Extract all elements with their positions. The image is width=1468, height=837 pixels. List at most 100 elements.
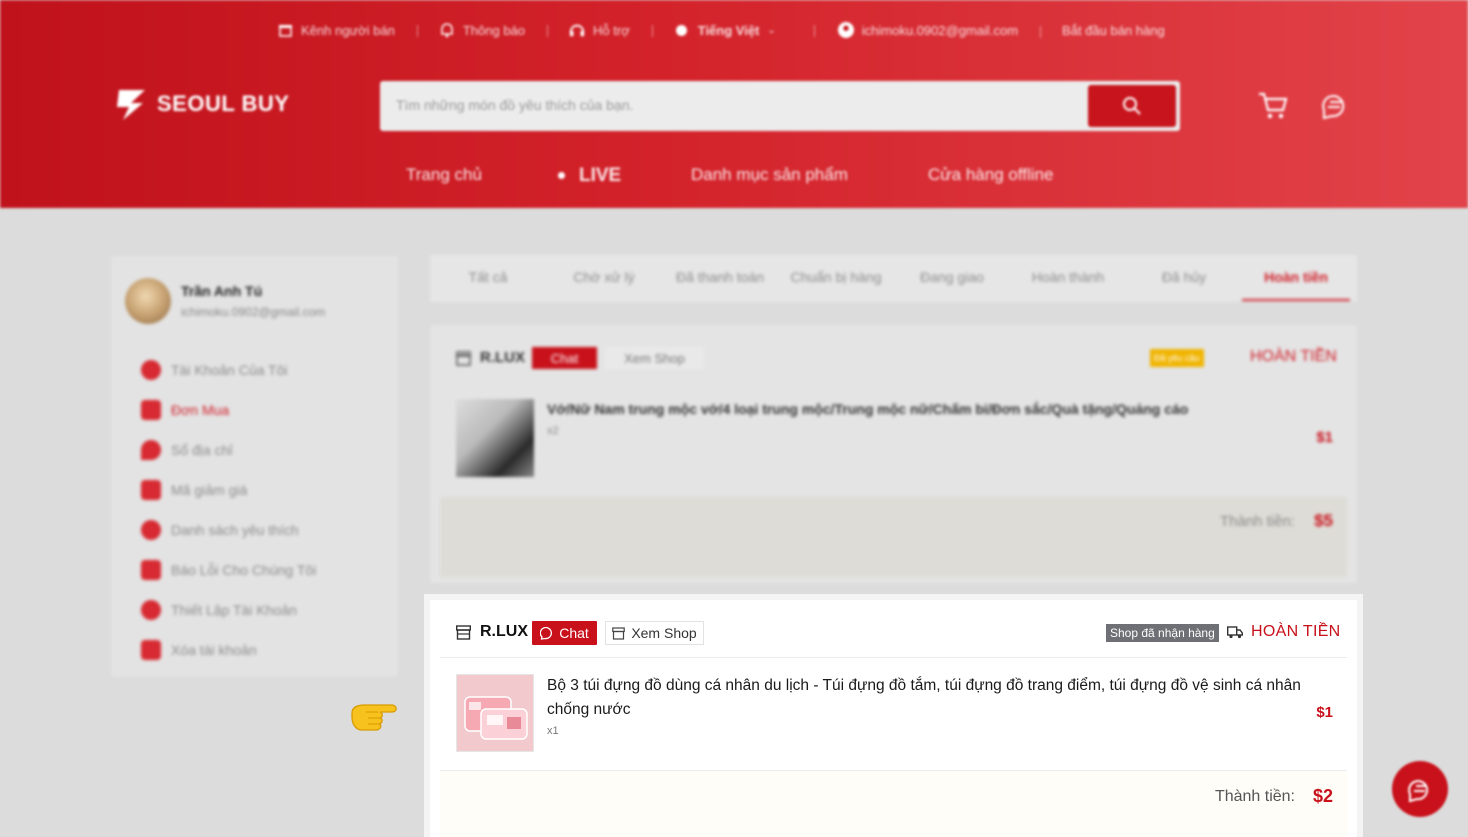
nav-live[interactable]: LIVE (558, 165, 621, 187)
start-selling-link[interactable]: Bắt đầu bán hàng (1040, 23, 1187, 38)
product-name[interactable]: Bộ 3 túi đựng đồ dùng cá nhân du lịch - … (547, 674, 1307, 722)
headset-icon (569, 22, 585, 38)
user-email: ichimoku.0902@gmail.com (181, 305, 326, 319)
chat-button-label: Chat (559, 625, 589, 641)
product-quantity: x2 (547, 425, 559, 437)
view-shop-button[interactable]: Xem Shop (605, 621, 704, 645)
view-shop-label: Xem Shop (624, 350, 685, 366)
product-image[interactable] (456, 674, 534, 752)
sidebar-item-delete-account[interactable]: Xóa tài khoản (141, 630, 316, 670)
sidebar-item-orders[interactable]: Đơn Mua (141, 390, 316, 430)
floating-chat-button[interactable] (1392, 761, 1448, 817)
order-status: HOÀN TIỀN (1250, 348, 1337, 365)
nav-home[interactable]: Trang chủ (406, 165, 482, 185)
sidebar-item-label: Mã giảm giá (171, 482, 248, 498)
start-selling-label: Bắt đầu bán hàng (1062, 22, 1165, 38)
search-icon (1123, 97, 1141, 115)
store-icon (277, 22, 293, 38)
brand-logo[interactable]: SEOUL BUY (115, 86, 289, 122)
heart-icon (141, 520, 161, 540)
cart-icon[interactable] (1256, 88, 1290, 122)
location-pin-icon (141, 440, 161, 460)
site-header: Kênh người bán Thông báo Hỗ trợ Tiếng Vi… (0, 0, 1468, 208)
document-icon (141, 400, 161, 420)
chat-button-label: Chat (550, 350, 579, 366)
search-bar[interactable]: Tìm những món đồ yêu thích của bạn. (380, 81, 1180, 131)
divider (440, 657, 1347, 658)
store-icon (456, 625, 471, 640)
view-shop-label: Xem Shop (631, 625, 697, 641)
tab-paid[interactable]: Đã thanh toán (662, 269, 778, 285)
sidebar-item-report-bug[interactable]: Báo Lỗi Cho Chúng Tôi (141, 550, 316, 590)
tab-refund[interactable]: Hoàn tiền (1242, 269, 1350, 301)
order-status: HOÀN TIỀN (1251, 623, 1341, 640)
order-card: R.LUX Chat Xem Shop Đã yêu cầu HOÀN TIỀN… (430, 325, 1357, 583)
sidebar-item-wishlist[interactable]: Danh sách yêu thích (141, 510, 316, 550)
chat-button[interactable]: Chat (532, 621, 597, 645)
language-selector[interactable]: Tiếng Việt ⌄ (651, 22, 814, 38)
chat-bubbles-icon (1408, 780, 1429, 803)
product-image[interactable] (456, 399, 534, 477)
order-total: $5 (1314, 511, 1333, 530)
shop-name[interactable]: R.LUX (480, 623, 528, 641)
nav-categories[interactable]: Danh mục sản phẩm (691, 165, 848, 185)
notifications-label: Thông báo (462, 22, 526, 38)
sidebar-item-address-book[interactable]: Sổ địa chỉ (141, 430, 316, 470)
order-status-tabs: Tất cả Chờ xử lý Đã thanh toán Chuẩn bị … (430, 255, 1357, 302)
chat-button[interactable]: Chat (532, 347, 597, 369)
pointing-hand-icon (351, 704, 397, 731)
nav-offline-stores[interactable]: Cửa hàng offline (928, 165, 1053, 185)
tab-completed[interactable]: Hoàn thành (1010, 269, 1126, 285)
chat-bubble-icon (540, 626, 553, 640)
sidebar-item-label: Danh sách yêu thích (171, 522, 299, 538)
brand-name: SEOUL BUY (157, 91, 290, 116)
sidebar-item-my-account[interactable]: Tài Khoản Của Tôi (141, 350, 316, 390)
support-label: Hỗ trợ (593, 22, 630, 38)
sidebar-item-vouchers[interactable]: Mã giảm giá (141, 470, 316, 510)
ticket-icon (141, 480, 161, 500)
logo-mark-icon (117, 90, 145, 120)
account-email: ichimoku.0902@gmail.com (861, 22, 1019, 38)
main-nav: Trang chủ LIVE Danh mục sản phẩm Cửa hàn… (0, 165, 1468, 189)
account-sidebar: Trần Anh Tú ichimoku.0902@gmail.com Tài … (111, 256, 398, 677)
avatar[interactable] (125, 278, 171, 324)
tab-preparing[interactable]: Chuẩn bị hàng (778, 269, 894, 285)
shop-name: R.LUX (480, 349, 525, 366)
tab-shipping[interactable]: Đang giao (894, 269, 1010, 285)
warning-icon (141, 560, 161, 580)
order-footer: Thành tiền: $5 (440, 497, 1347, 577)
order-total: $2 (1312, 786, 1333, 806)
search-input[interactable]: Tìm những món đồ yêu thích của bạn. (396, 97, 633, 113)
product-price: $1 (1316, 429, 1333, 446)
language-label: Tiếng Việt (697, 22, 760, 38)
sidebar-item-label: Tài Khoản Của Tôi (171, 362, 288, 378)
account-link[interactable]: ichimoku.0902@gmail.com (813, 22, 1040, 38)
product-price: $1 (1316, 704, 1333, 721)
globe-icon (674, 22, 690, 38)
search-button[interactable] (1088, 85, 1176, 127)
tab-pending[interactable]: Chờ xử lý (546, 269, 662, 285)
tab-all[interactable]: Tất cả (430, 269, 546, 285)
support-link[interactable]: Hỗ trợ (547, 22, 652, 38)
sidebar-item-label: Thiết Lập Tài Khoản (171, 602, 297, 618)
product-name[interactable]: Vớ/Nữ Nam trung mộc vớ/4 loại trung mộc/… (547, 401, 1188, 417)
sidebar-item-settings[interactable]: Thiết Lập Tài Khoản (141, 590, 316, 630)
view-shop-button[interactable]: Xem Shop (605, 347, 704, 369)
seller-channel-link[interactable]: Kênh người bán (255, 22, 417, 38)
order-footer (440, 771, 1347, 837)
bell-icon (439, 22, 455, 38)
sidebar-item-label: Sổ địa chỉ (171, 442, 233, 458)
product-photo (457, 675, 533, 751)
tab-cancelled[interactable]: Đã hủy (1126, 269, 1242, 285)
notifications-link[interactable]: Thông báo (416, 22, 547, 38)
chat-bubbles-icon[interactable] (1318, 88, 1352, 122)
seller-channel-label: Kênh người bán (301, 22, 395, 38)
truck-icon (1227, 626, 1243, 639)
gear-icon (141, 600, 161, 620)
sidebar-item-label: Đơn Mua (171, 402, 230, 418)
top-utility-bar: Kênh người bán Thông báo Hỗ trợ Tiếng Vi… (255, 22, 1187, 38)
status-badge: Shop đã nhận hàng (1106, 624, 1219, 642)
order-card-focused: R.LUX Chat Xem Shop Shop đã nhận hàng HO… (424, 594, 1363, 837)
sidebar-item-label: Báo Lỗi Cho Chúng Tôi (171, 562, 317, 578)
user-icon (141, 360, 161, 380)
